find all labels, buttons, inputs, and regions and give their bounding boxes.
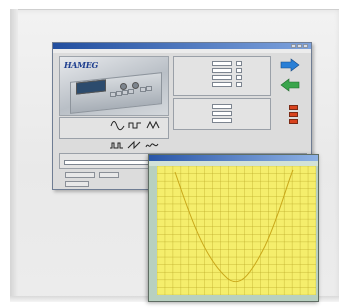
setting-field[interactable] — [212, 75, 232, 80]
status-indicator — [289, 105, 298, 110]
sine-wave-icon[interactable] — [110, 120, 125, 131]
status-indicator — [289, 119, 298, 124]
screenshot-stage: HAMEG — [0, 0, 347, 308]
waveform-group — [59, 117, 169, 139]
status-indicator — [289, 112, 298, 117]
unit-selector[interactable] — [236, 75, 242, 80]
unit-selector[interactable] — [236, 82, 242, 87]
device-key — [128, 89, 134, 94]
plot-grid-icon[interactable] — [157, 166, 316, 295]
status-button[interactable] — [65, 181, 89, 187]
backdrop-shade — [10, 9, 18, 299]
arrow-right-icon[interactable] — [279, 58, 301, 72]
maximize-button[interactable] — [297, 44, 302, 48]
arrow-left-icon[interactable] — [279, 78, 301, 92]
unit-selector[interactable] — [236, 61, 242, 66]
device-knob — [132, 82, 139, 89]
setting-field[interactable] — [212, 61, 232, 66]
setting-field[interactable] — [212, 68, 232, 73]
close-button[interactable] — [303, 44, 308, 48]
action-button[interactable] — [99, 172, 119, 178]
device-brand: HAMEG — [64, 60, 99, 70]
arbitrary-wave-icon[interactable] — [145, 140, 160, 151]
ramp-wave-icon[interactable] — [127, 140, 142, 151]
sweep-field[interactable] — [212, 118, 232, 123]
sweep-group — [173, 98, 271, 130]
settings-group — [173, 56, 271, 96]
minimize-button[interactable] — [291, 44, 296, 48]
action-button[interactable] — [65, 172, 95, 178]
graph-window — [148, 154, 319, 302]
device-image: HAMEG — [59, 56, 169, 116]
device-key — [146, 86, 152, 91]
triangle-wave-icon[interactable] — [146, 120, 161, 131]
unit-selector[interactable] — [236, 68, 242, 73]
sweep-field[interactable] — [212, 104, 232, 109]
pulse-wave-icon[interactable] — [109, 140, 124, 151]
square-wave-icon[interactable] — [128, 120, 143, 131]
sweep-field[interactable] — [212, 111, 232, 116]
device-knob — [120, 83, 127, 90]
setting-field[interactable] — [212, 82, 232, 87]
menu-bar — [53, 49, 311, 53]
